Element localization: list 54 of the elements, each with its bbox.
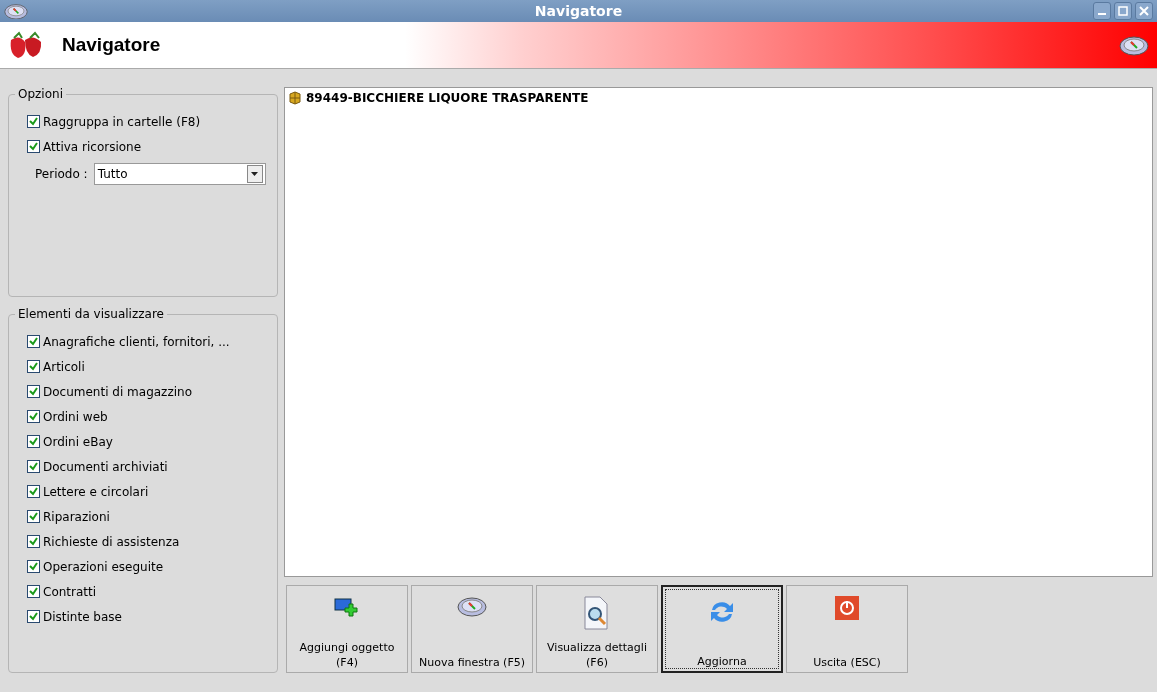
checkbox-label: Richieste di assistenza <box>43 534 180 549</box>
checkbox-label: Raggruppa in cartelle (F8) <box>43 114 201 129</box>
toolbar-button[interactable]: Visualizza dettagli (F6) <box>536 585 658 673</box>
caret-icon <box>251 172 259 176</box>
checkbox-label: Operazioni eseguite <box>43 559 164 574</box>
header-title: Navigatore <box>62 34 162 56</box>
checkbox[interactable] <box>27 610 40 623</box>
checkbox[interactable] <box>27 560 40 573</box>
maximize-button[interactable] <box>1114 2 1132 20</box>
checkbox-label: Lettere e circolari <box>43 484 149 499</box>
compass-icon <box>1119 34 1149 56</box>
checkbox[interactable] <box>27 460 40 473</box>
compass-icon <box>457 596 487 617</box>
checkbox[interactable] <box>27 535 40 548</box>
checkbox-label: Anagrafiche clienti, fornitori, ... <box>43 334 230 349</box>
minimize-icon <box>1098 13 1106 15</box>
checkbox[interactable] <box>27 115 40 128</box>
box-icon <box>288 91 302 105</box>
checkbox-label: Contratti <box>43 584 97 599</box>
group-legend: Elementi da visualizzare <box>15 307 167 321</box>
toolbar-button[interactable]: Nuova finestra (F5) <box>411 585 533 673</box>
toolbar-button[interactable]: Aggiungi oggetto (F4) <box>286 585 408 673</box>
app-icon <box>4 2 28 20</box>
period-label: Periodo : <box>35 167 88 181</box>
checkbox[interactable] <box>27 360 40 373</box>
checkbox[interactable] <box>27 585 40 598</box>
period-dropdown[interactable]: Tutto <box>93 163 266 185</box>
minimize-button[interactable] <box>1093 2 1111 20</box>
checkbox[interactable] <box>27 435 40 448</box>
checkbox-label: Ordini web <box>43 409 108 424</box>
checkbox[interactable] <box>27 335 40 348</box>
checkbox-label: Riparazioni <box>43 509 110 524</box>
window-title: Navigatore <box>533 3 624 19</box>
toolbar-button[interactable]: Uscita (ESC) <box>786 585 908 673</box>
checkbox[interactable] <box>27 510 40 523</box>
checkbox-label: Documenti di magazzino <box>43 384 192 399</box>
checkbox[interactable] <box>27 385 40 398</box>
checkbox[interactable] <box>27 410 40 423</box>
add-icon <box>334 596 360 618</box>
checkbox-label: Documenti archiviati <box>43 459 168 474</box>
checkbox[interactable] <box>27 485 40 498</box>
checkbox-label: Articoli <box>43 359 85 374</box>
group-legend: Opzioni <box>15 87 66 101</box>
tree-item[interactable]: 89449-BICCHIERE LIQUORE TRASPARENTE <box>306 91 589 105</box>
close-icon <box>1139 6 1149 16</box>
maximize-icon <box>1118 6 1128 16</box>
power-icon <box>835 596 859 620</box>
toolbar-button[interactable]: Aggiorna <box>661 585 783 673</box>
checkbox-label: Ordini eBay <box>43 434 113 449</box>
checkbox-label: Attiva ricorsione <box>43 139 142 154</box>
document-search-icon <box>583 596 611 630</box>
checkbox-label: Distinte base <box>43 609 122 624</box>
checkbox[interactable] <box>27 140 40 153</box>
close-button[interactable] <box>1135 2 1153 20</box>
